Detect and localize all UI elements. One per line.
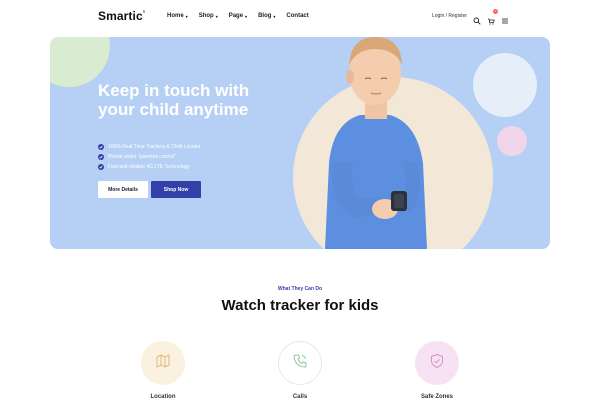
chevron-down-icon: ▾ [185,13,188,19]
page: Smartic° Home ▾ Shop ▾ Page ▾ Blog ▾ Con… [0,0,600,400]
nav-label: Page [228,13,244,19]
feature-item: Fast and reliable 4G LTE Technology [98,164,201,170]
feature-card-calls[interactable] [278,341,322,385]
feature-card-safe-zones[interactable] [415,341,459,385]
shop-now-button[interactable]: Shop Now [151,181,201,198]
hero-banner: Keep in touch with your child anytime 10… [50,37,550,249]
section-eyebrow: What They Can Do [277,286,323,292]
feature-card-location[interactable] [141,341,185,385]
map-icon [155,353,171,374]
chevron-down-icon: ▾ [215,13,218,19]
main-nav: Home ▾ Shop ▾ Page ▾ Blog ▾ Contact [167,13,309,19]
feature-text: Phone under "parental control" [108,154,177,160]
decor-circle-light [473,53,537,117]
nav-label: Home [167,13,184,19]
section-title: Watch tracker for kids [221,297,379,314]
feature-text: 100% Real Time Tracking & Child Locator [108,144,201,150]
nav-label: Shop [198,13,214,19]
feature-item: Phone under "parental control" [98,154,201,160]
nav-item-blog[interactable]: Blog ▾ [258,13,275,19]
check-icon [98,164,104,170]
nav-item-page[interactable]: Page ▾ [229,13,247,19]
check-icon [98,154,104,160]
nav-item-contact[interactable]: Contact [286,13,308,19]
shield-icon [429,353,445,374]
nav-label: Contact [286,13,309,19]
feature-item: 100% Real Time Tracking & Child Locator [98,144,201,150]
feature-text: Fast and reliable 4G LTE Technology [108,164,190,170]
nav-item-shop[interactable]: Shop ▾ [199,13,218,19]
feature-card-label: Calls [292,394,308,400]
login-register-link[interactable]: Login / Register [432,13,467,19]
chevron-down-icon: ▾ [245,13,248,19]
brand-logo[interactable]: Smartic° [98,9,145,23]
hero-feature-list: 100% Real Time Tracking & Child Locator … [98,144,201,174]
menu-icon[interactable] [501,12,509,24]
site-header: Smartic° Home ▾ Shop ▾ Page ▾ Blog ▾ Con… [0,0,600,36]
cart-count-badge: 0 [493,9,499,14]
cart-icon[interactable]: 0 [487,9,499,25]
search-icon[interactable] [473,12,481,25]
header-tools: Login / Register 0 [432,9,509,25]
feature-card-label: Location [150,394,176,400]
chevron-down-icon: ▾ [273,13,276,19]
brand-mark: ° [142,11,146,17]
more-details-button[interactable]: More Details [98,181,148,198]
hero-kid-image [325,37,427,249]
nav-item-home[interactable]: Home ▾ [167,13,188,19]
feature-card-label: Safe Zones [420,394,453,400]
nav-label: Blog [258,13,272,19]
brand-name: Smartic [98,9,143,23]
decor-circle-pink [497,126,527,156]
decor-circle-green [50,37,110,87]
hero-title: Keep in touch with your child anytime [98,81,250,119]
phone-icon [292,353,308,374]
check-icon [98,144,104,150]
